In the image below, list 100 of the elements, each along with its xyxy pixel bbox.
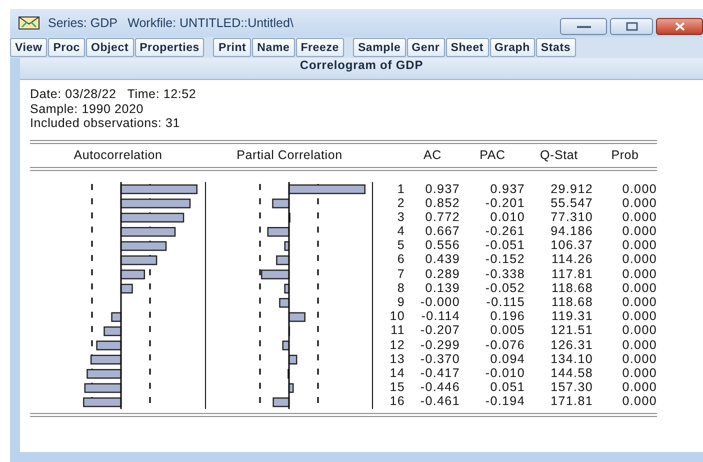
lag-number: 9 (396, 295, 405, 310)
maximize-button[interactable] (610, 18, 653, 35)
close-icon (674, 22, 684, 31)
pac-value: -0.051 (484, 238, 525, 252)
q-stat-value: 119.31 (550, 309, 593, 324)
lag-number: 16 (388, 394, 405, 408)
pac-value: -0.076 (484, 338, 525, 352)
toolbar-button[interactable]: Stats (536, 38, 576, 57)
lag-number: 13 (388, 352, 405, 366)
pac-value: 0.051 (489, 380, 525, 394)
ac-value: 0.289 (424, 266, 460, 281)
correlation-bar (288, 212, 290, 222)
ac-value: 0.772 (424, 210, 460, 224)
prob-value: 0.000 (621, 366, 657, 380)
correlation-bar (120, 240, 167, 250)
ac-value: -0.370 (419, 352, 460, 366)
toolbar-button[interactable]: Proc (48, 38, 85, 57)
pac-value: -0.115 (485, 295, 525, 310)
correlation-bar (276, 254, 290, 265)
prob-value: 0.000 (621, 309, 657, 324)
pac-value: -0.338 (484, 266, 525, 281)
correlation-bar (120, 254, 158, 265)
pac-value: -0.194 (484, 394, 525, 408)
toolbar-button[interactable]: View (10, 38, 48, 57)
toolbar-button[interactable]: Genr (406, 38, 445, 57)
toolbar-button[interactable]: Freeze (296, 38, 344, 57)
correlation-bar (279, 298, 290, 308)
window-title: Series: GDP Workfile: UNTITLED::Untitled\ (48, 16, 294, 30)
maximize-icon (626, 22, 638, 31)
correlation-bar (288, 312, 306, 322)
toolbar-button[interactable]: Graph (490, 38, 535, 57)
q-stat-value: 118.68 (550, 280, 593, 295)
pac-value: -0.261 (484, 224, 525, 238)
lag-number: 4 (396, 224, 405, 238)
close-button[interactable] (656, 18, 703, 35)
ac-value: -0.114 (420, 309, 460, 324)
correlation-bar (120, 198, 191, 208)
ac-value: 0.556 (424, 238, 460, 252)
correlation-bar (272, 198, 290, 208)
pac-value: -0.201 (484, 196, 525, 210)
lag-number: 6 (396, 252, 405, 267)
correlation-bar (96, 340, 122, 350)
toolbar-button[interactable]: Name (252, 38, 295, 57)
prob-value: 0.000 (621, 210, 657, 224)
ac-value: 0.667 (424, 224, 460, 238)
correlation-bar (83, 396, 122, 407)
q-stat-value: 106.37 (550, 238, 593, 252)
ac-value: 0.139 (424, 280, 460, 295)
toolbar-button[interactable]: Object (86, 38, 134, 57)
ac-value: -0.417 (419, 366, 460, 380)
correlation-bar (90, 354, 122, 364)
q-stat-value: 77.310 (550, 210, 593, 224)
ac-value: -0.299 (419, 338, 460, 352)
correlation-bar (284, 240, 290, 250)
minimize-button[interactable] (560, 18, 607, 35)
view-title: Correlogram of GDP (20, 58, 703, 80)
lag-number: 12 (388, 338, 405, 352)
lag-number: 1 (396, 182, 405, 196)
toolbar-button[interactable]: Sheet (446, 38, 489, 57)
correlation-bar (272, 396, 290, 407)
pac-value: 0.010 (489, 210, 525, 224)
column-header: Q-Stat (539, 148, 579, 162)
lag-number: 7 (396, 266, 405, 281)
correlation-bar (120, 283, 133, 293)
correlation-bar (284, 283, 290, 293)
pac-value: 0.005 (489, 323, 525, 338)
toolbar-button[interactable]: Properties (134, 38, 204, 57)
q-stat-value: 94.186 (550, 224, 593, 238)
ac-value: 0.439 (424, 252, 460, 267)
correlation-bar (120, 226, 176, 236)
column-header: AC (422, 148, 442, 162)
q-stat-value: 118.68 (550, 295, 593, 310)
correlation-bar (120, 269, 145, 279)
column-header: Prob (610, 148, 640, 162)
info-text: Sample: 1990 2020 (30, 102, 145, 116)
lag-number: 14 (388, 366, 405, 380)
prob-value: 0.000 (621, 394, 657, 408)
pac-value: 0.196 (489, 309, 525, 324)
minimize-icon (576, 24, 590, 28)
column-header: PAC (478, 148, 506, 162)
q-stat-value: 117.81 (550, 266, 593, 281)
q-stat-value: 121.51 (550, 323, 593, 338)
toolbar-button[interactable]: Sample (352, 38, 406, 57)
info-text: Included observations: 31 (30, 116, 181, 130)
prob-value: 0.000 (621, 224, 657, 238)
correlation-bar (104, 326, 122, 336)
prob-value: 0.000 (621, 295, 657, 310)
correlation-bar (84, 382, 122, 392)
ac-value: -0.446 (419, 380, 460, 394)
ac-value: 0.852 (424, 196, 460, 210)
ac-value: -0.461 (419, 394, 460, 408)
correlation-bar (111, 312, 122, 322)
prob-value: 0.000 (621, 266, 657, 281)
correlation-bar (288, 368, 290, 378)
toolbar-button[interactable]: Print (213, 38, 252, 57)
lag-number: 5 (396, 238, 405, 252)
q-stat-value: 29.912 (550, 182, 593, 196)
prob-value: 0.000 (621, 323, 657, 338)
lag-number: 15 (388, 380, 405, 394)
q-stat-value: 134.10 (550, 352, 593, 366)
